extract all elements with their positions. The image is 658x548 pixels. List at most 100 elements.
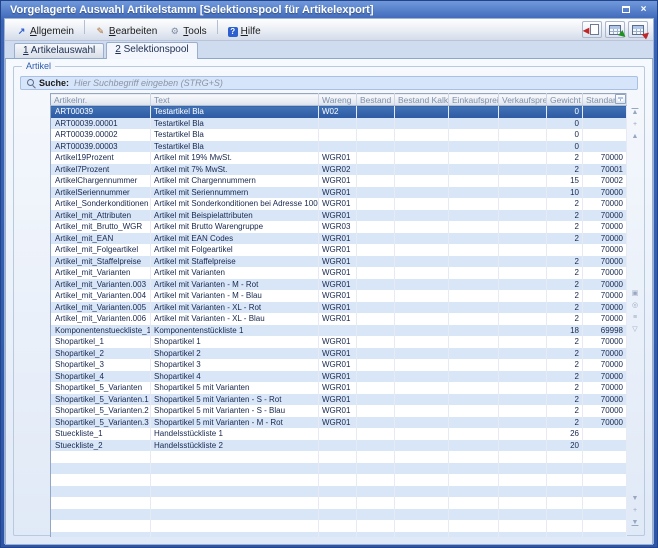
cell-verkaufspreis[interactable] [499,129,547,141]
cell-gewicht[interactable]: 2 [547,233,583,245]
cell-artikelnr[interactable] [51,451,151,463]
cell-gewicht[interactable]: 2 [547,302,583,314]
cell-standardlief[interactable]: 70000 [583,198,627,210]
cell-standardlief[interactable] [583,463,627,475]
cell-einkaufspreis[interactable] [449,440,499,452]
cell-einkaufspreis[interactable] [449,394,499,406]
cell-einkaufspreis[interactable] [449,486,499,498]
tab-artikelauswahl[interactable]: 1 Artikelauswahl [14,43,104,58]
cell-warengruppe[interactable]: WGR01 [319,267,357,279]
cell-warengruppe[interactable] [319,141,357,153]
cell-text[interactable]: Artikel mit Staffelpreise [151,256,319,268]
cell-bestand_kalk[interactable] [395,313,449,325]
cell-einkaufspreis[interactable] [449,302,499,314]
cell-warengruppe[interactable]: WGR01 [319,313,357,325]
cell-verkaufspreis[interactable] [499,152,547,164]
cell-bestand[interactable] [357,371,395,383]
empty-row[interactable] [51,497,627,509]
cell-gewicht[interactable]: 2 [547,164,583,176]
cell-standardlief[interactable] [583,141,627,153]
cell-artikelnr[interactable] [51,463,151,475]
tab-selektionspool[interactable]: 2 Selektionspool [106,42,197,59]
table-row[interactable]: Shopartikel_5_Varianten.3Shopartikel 5 m… [51,417,627,429]
cell-text[interactable]: Shopartikel 3 [151,359,319,371]
table-row[interactable]: Artikel_mit_FolgeartikelArtikel mit Folg… [51,244,627,256]
cell-verkaufspreis[interactable] [499,118,547,130]
cell-bestand[interactable] [357,267,395,279]
cell-gewicht[interactable]: 2 [547,348,583,360]
empty-row[interactable] [51,451,627,463]
column-chooser-icon[interactable] [615,94,626,104]
search-input[interactable] [74,78,633,88]
table-row[interactable]: ART00039.00001Testartikel Bla0 [51,118,627,130]
cell-warengruppe[interactable] [319,486,357,498]
cell-artikelnr[interactable]: Shopartikel_1 [51,336,151,348]
cell-text[interactable]: Shopartikel 4 [151,371,319,383]
cell-verkaufspreis[interactable] [499,221,547,233]
cell-verkaufspreis[interactable] [499,532,547,538]
filter-icon[interactable]: ▽ [628,324,642,336]
cell-bestand_kalk[interactable] [395,187,449,199]
cell-text[interactable]: Artikel mit Folgeartikel [151,244,319,256]
cell-artikelnr[interactable]: Shopartikel_5_Varianten.3 [51,417,151,429]
cell-standardlief[interactable] [583,474,627,486]
cell-text[interactable]: Artikel mit Varianten - M - Rot [151,279,319,291]
cell-gewicht[interactable] [547,244,583,256]
cell-standardlief[interactable] [583,129,627,141]
cell-standardlief[interactable]: 69998 [583,325,627,337]
cell-warengruppe[interactable]: WGR01 [319,348,357,360]
cell-artikelnr[interactable]: Shopartikel_4 [51,371,151,383]
cell-bestand[interactable] [357,152,395,164]
cell-einkaufspreis[interactable] [449,348,499,360]
cell-verkaufspreis[interactable] [499,520,547,532]
cell-bestand[interactable] [357,279,395,291]
search-bar[interactable]: Suche: [20,76,638,90]
cell-text[interactable]: Artikel mit 19% MwSt. [151,152,319,164]
cell-bestand_kalk[interactable] [395,244,449,256]
cell-bestand_kalk[interactable] [395,509,449,521]
cell-text[interactable]: Artikel mit Varianten - XL - Rot [151,302,319,314]
cell-bestand_kalk[interactable] [395,118,449,130]
table-row[interactable]: ArtikelChargennummerArtikel mit Chargenn… [51,175,627,187]
cell-einkaufspreis[interactable] [449,520,499,532]
restore-button[interactable] [618,4,633,17]
cell-bestand[interactable] [357,509,395,521]
cell-bestand[interactable] [357,474,395,486]
select-window-icon[interactable]: ▣ [628,288,642,300]
cell-bestand_kalk[interactable] [395,129,449,141]
table-row[interactable]: Artikel_mit_Varianten.006Artikel mit Var… [51,313,627,325]
cell-gewicht[interactable]: 2 [547,279,583,291]
cell-bestand[interactable] [357,520,395,532]
cell-warengruppe[interactable]: WGR02 [319,164,357,176]
cell-bestand[interactable] [357,532,395,538]
cell-bestand[interactable] [357,348,395,360]
cell-standardlief[interactable] [583,440,627,452]
cell-warengruppe[interactable]: WGR01 [319,382,357,394]
cell-warengruppe[interactable]: WGR01 [319,359,357,371]
cell-artikelnr[interactable]: Shopartikel_5_Varianten [51,382,151,394]
cell-bestand_kalk[interactable] [395,348,449,360]
cell-bestand[interactable] [357,336,395,348]
cell-text[interactable]: Artikel mit Brutto Warengruppe [151,221,319,233]
table-row[interactable]: Artikel_SonderkonditionenArtikel mit Son… [51,198,627,210]
cell-warengruppe[interactable] [319,532,357,538]
cell-einkaufspreis[interactable] [449,371,499,383]
cell-bestand_kalk[interactable] [395,279,449,291]
table-row[interactable]: ArtikelSeriennummerArtikel mit Seriennum… [51,187,627,199]
cell-bestand[interactable] [357,486,395,498]
cell-bestand_kalk[interactable] [395,290,449,302]
cell-bestand_kalk[interactable] [395,233,449,245]
cell-warengruppe[interactable] [319,474,357,486]
cell-text[interactable]: Artikel mit 7% MwSt. [151,164,319,176]
cell-gewicht[interactable]: 2 [547,313,583,325]
cell-standardlief[interactable]: 70000 [583,394,627,406]
cell-standardlief[interactable]: 70000 [583,290,627,302]
cell-bestand[interactable] [357,440,395,452]
cell-warengruppe[interactable] [319,463,357,475]
cell-warengruppe[interactable]: WGR01 [319,187,357,199]
cell-artikelnr[interactable]: Artikel_mit_Brutto_WGR [51,221,151,233]
empty-row[interactable] [51,532,627,538]
cell-standardlief[interactable]: 70000 [583,210,627,222]
cell-text[interactable] [151,497,319,509]
cell-artikelnr[interactable]: Artikel_mit_Staffelpreise [51,256,151,268]
